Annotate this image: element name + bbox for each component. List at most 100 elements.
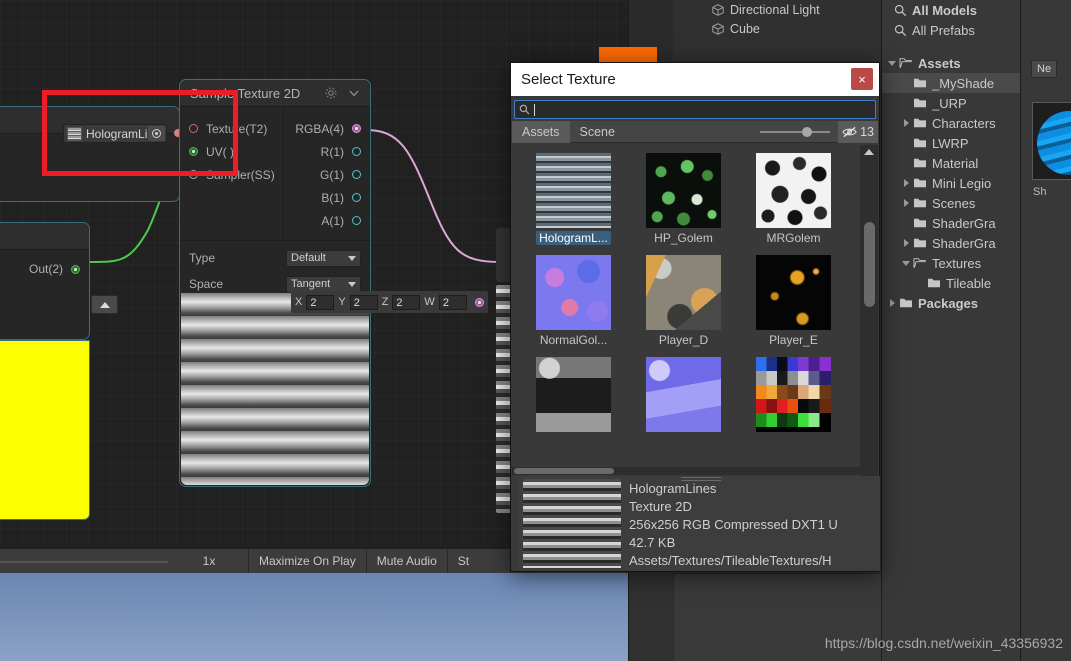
output-slot-r[interactable] <box>352 147 361 156</box>
project-tree-item[interactable]: Material <box>882 153 1020 173</box>
project-tree-item[interactable]: Textures <box>882 253 1020 273</box>
project-tree-item[interactable]: _URP <box>882 93 1020 113</box>
project-tree-item[interactable]: Packages <box>882 293 1020 313</box>
project-tree-item[interactable]: LWRP <box>882 133 1020 153</box>
vector-input-x[interactable]: 2 <box>306 294 335 310</box>
texture-tile[interactable]: HP_Golem <box>646 153 721 245</box>
vector4-field-group[interactable]: X 2 Y 2 Z 2 W 2 <box>291 291 488 313</box>
output-slot-b[interactable] <box>352 193 361 202</box>
zoom-slider[interactable] <box>0 549 170 574</box>
project-tree-item[interactable]: Tileable <box>882 273 1020 293</box>
property-dropdown-space[interactable]: Tangent <box>286 275 361 293</box>
texture-tile[interactable]: Player_D <box>646 255 721 347</box>
slider-knob[interactable] <box>802 126 813 137</box>
material-preview-thumbnail <box>1032 102 1071 180</box>
palette-row <box>756 399 831 413</box>
cube-icon <box>712 3 724 16</box>
search-icon <box>894 24 907 36</box>
project-tree-label: ShaderGra <box>932 235 996 251</box>
scrollbar-thumb[interactable] <box>864 222 875 307</box>
output-label-r: R(1) <box>320 144 344 159</box>
project-tree-item[interactable]: Characters <box>882 113 1020 133</box>
texture-tile[interactable] <box>646 357 721 435</box>
output-port-rgba[interactable]: RGBA(4) <box>284 117 370 140</box>
maximize-on-play-button[interactable]: Maximize On Play <box>248 548 366 574</box>
preview-collapse-button[interactable] <box>91 295 118 314</box>
output-label-a: A(1) <box>321 213 344 228</box>
texture-tile[interactable]: HologramL... <box>536 153 611 245</box>
palette-row <box>756 413 831 427</box>
vector-input-z[interactable]: 2 <box>392 294 421 310</box>
texture-tile[interactable] <box>756 357 831 435</box>
out-node-port-row: Out(2) <box>0 250 89 276</box>
texture-tile[interactable]: MRGolem <box>756 153 831 245</box>
out-node[interactable]: t Out(2) <box>0 222 90 340</box>
project-tree-item[interactable]: Mini Legio <box>882 173 1020 193</box>
folder-open-icon <box>913 258 926 268</box>
vector-input-w[interactable]: 2 <box>438 294 467 310</box>
project-filter-all-models[interactable]: All Models <box>882 0 1020 20</box>
chevron-right-icon[interactable] <box>900 237 912 249</box>
spacer-icon <box>900 157 912 169</box>
output-slot-a[interactable] <box>352 216 361 225</box>
close-icon[interactable]: × <box>851 68 873 90</box>
chevron-right-icon[interactable] <box>900 117 912 129</box>
gear-icon[interactable] <box>324 86 338 100</box>
project-tree-item[interactable]: Assets <box>882 53 1020 73</box>
project-tree-item[interactable]: ShaderGra <box>882 233 1020 253</box>
texture-search-input[interactable] <box>514 100 876 119</box>
search-icon <box>894 4 907 16</box>
tab-assets[interactable]: Assets <box>512 120 570 143</box>
texture-tile[interactable]: NormalGol... <box>536 255 611 347</box>
property-dropdown-type[interactable]: Default <box>286 249 361 267</box>
mute-audio-button[interactable]: Mute Audio <box>365 548 447 574</box>
folder-icon <box>914 78 926 88</box>
out-node-port-slot[interactable] <box>71 264 80 274</box>
texture-tile-label: NormalGol... <box>539 333 608 347</box>
thumbnail-size-slider[interactable] <box>760 126 831 137</box>
chevron-right-icon[interactable] <box>886 297 898 309</box>
dialog-title: Select Texture <box>521 71 616 88</box>
project-tree-item[interactable]: Scenes <box>882 193 1020 213</box>
chevron-right-icon[interactable] <box>900 177 912 189</box>
output-port-a[interactable]: A(1) <box>284 209 370 232</box>
hidden-count-badge[interactable]: 13 <box>838 120 878 143</box>
chevron-up-icon <box>99 301 110 308</box>
stats-button[interactable]: St <box>446 548 479 574</box>
project-tree-label: Mini Legio <box>932 175 992 191</box>
project-tree-item[interactable]: ShaderGra <box>882 213 1020 233</box>
project-tree-label: _URP <box>932 95 967 111</box>
texture-thumbnail <box>756 255 831 330</box>
horizontal-scrollbar[interactable] <box>512 467 860 475</box>
eye-off-icon <box>842 126 857 137</box>
vector-input-y[interactable]: 2 <box>349 294 378 310</box>
output-port-r[interactable]: R(1) <box>284 140 370 163</box>
output-slot-rgba[interactable] <box>352 124 361 133</box>
chevron-down-icon[interactable] <box>348 87 360 99</box>
chevron-right-icon[interactable] <box>900 197 912 209</box>
output-slot-g[interactable] <box>352 170 361 179</box>
zoom-level-label: 1x <box>202 554 216 568</box>
vector-output-slot[interactable] <box>474 297 484 307</box>
chevron-down-icon[interactable] <box>886 57 898 69</box>
texture-tile-label: Player_E <box>769 333 818 347</box>
select-texture-dialog[interactable]: Select Texture × Assets Scene 13 Hologra… <box>510 62 880 572</box>
texture-tile-label: HologramL... <box>536 231 611 245</box>
scroll-up-arrow[interactable] <box>860 145 878 159</box>
project-panel: All Models All Prefabs Assets _MyShade _UR… <box>881 0 1020 661</box>
project-tree-item[interactable]: _MyShade <box>882 73 1020 93</box>
project-tree-label: Scenes <box>932 195 976 211</box>
chevron-down-icon[interactable] <box>900 257 912 269</box>
dialog-title-bar: Select Texture × <box>511 63 879 96</box>
texture-tile[interactable] <box>536 357 611 435</box>
texture-tile[interactable]: Player_E <box>756 255 831 347</box>
tab-scene[interactable]: Scene <box>570 121 625 143</box>
output-port-b[interactable]: B(1) <box>284 186 370 209</box>
out-node-port-label: Out(2) <box>28 262 63 276</box>
project-filter-label: All Models <box>912 2 978 18</box>
project-filter-all-prefabs[interactable]: All Prefabs <box>882 20 1020 40</box>
folder-icon <box>914 238 926 248</box>
info-text-lines: HologramLines Texture 2D 256x256 RGB Com… <box>629 480 876 570</box>
new-button[interactable]: Ne <box>1031 60 1058 78</box>
output-port-g[interactable]: G(1) <box>284 163 370 186</box>
